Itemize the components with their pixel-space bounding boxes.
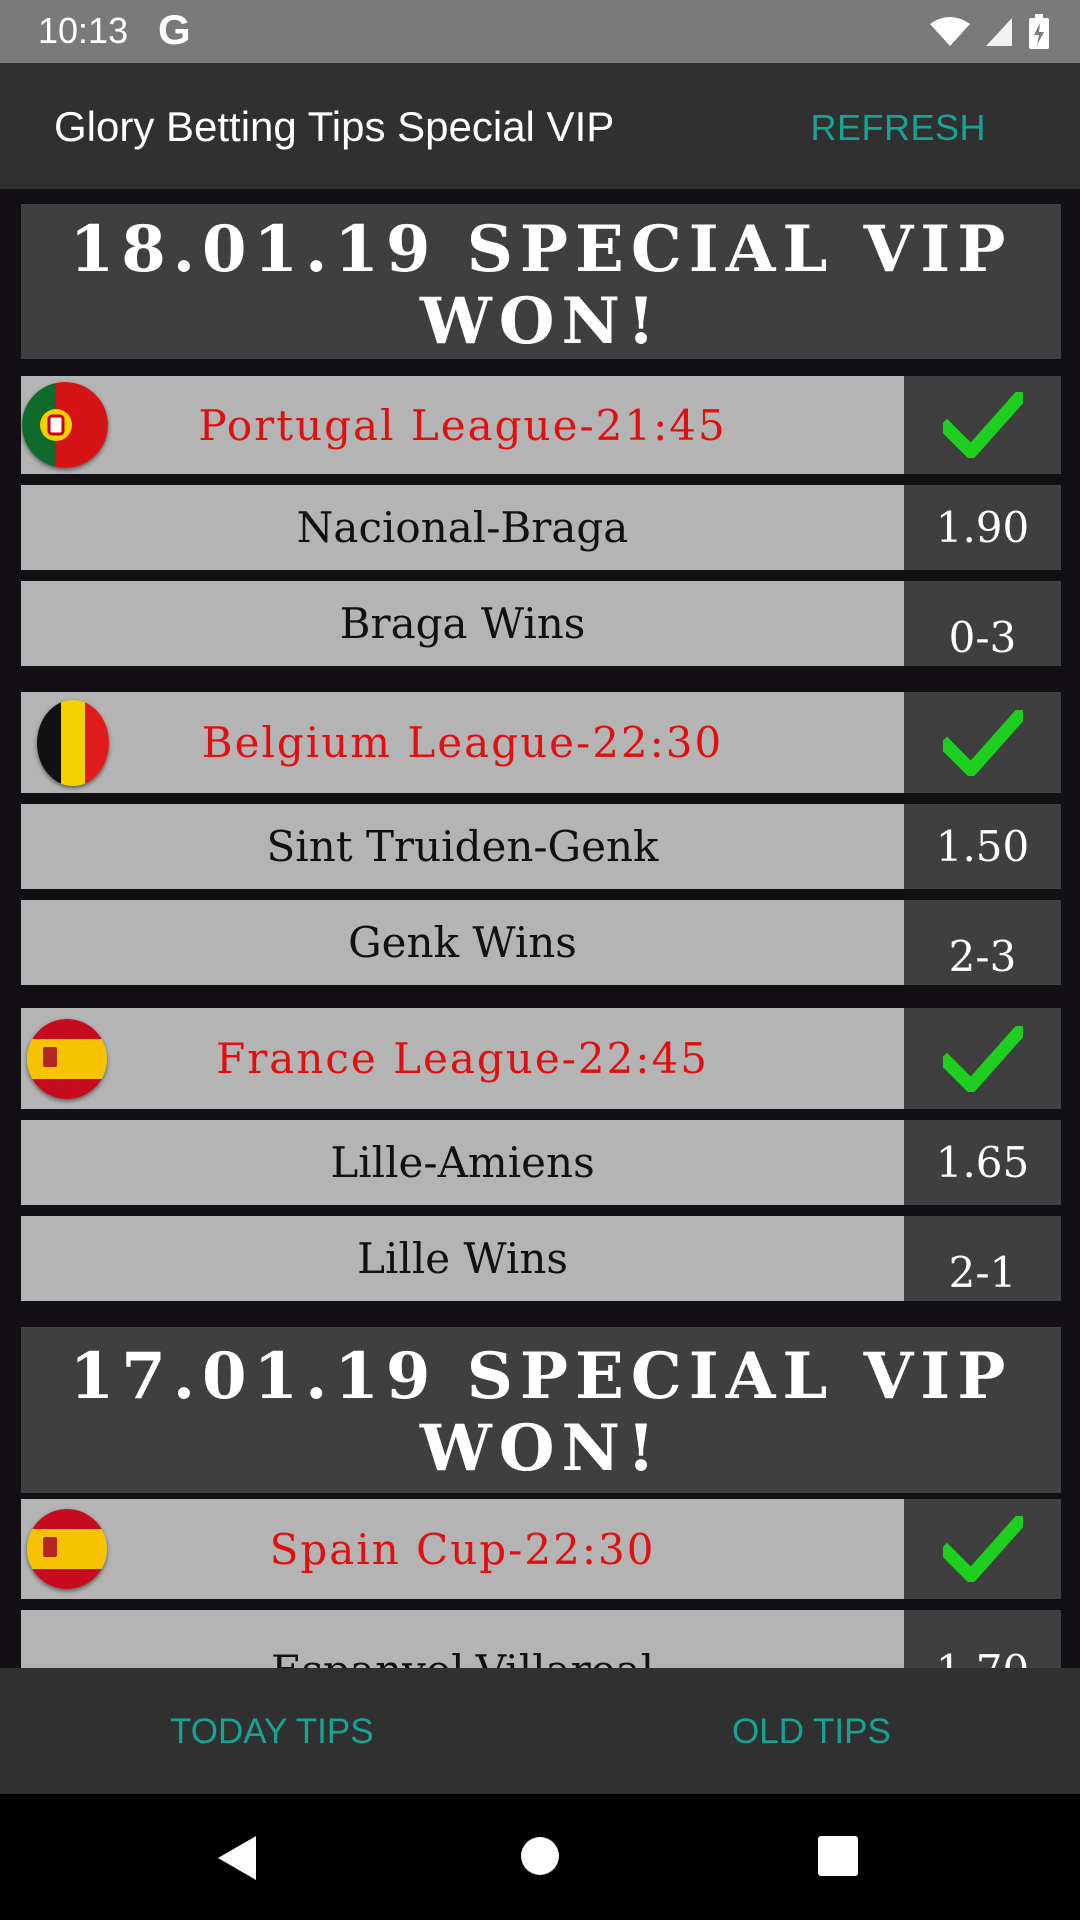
status-cell <box>904 692 1061 793</box>
tip-match-row: Sint Truiden-Genk 1.50 <box>21 804 1061 889</box>
system-nav-bar <box>0 1794 1080 1920</box>
tip-league-row: Spain Cup-22:30 <box>21 1499 1061 1599</box>
tab-today-tips[interactable]: TODAY TIPS <box>170 1712 374 1752</box>
wifi-icon <box>930 17 970 46</box>
home-icon[interactable] <box>520 1836 560 1876</box>
status-bar: 10:13 G <box>0 0 1080 63</box>
section-header: 18.01.19 SPECIAL VIP WON! <box>21 204 1061 359</box>
status-cell <box>904 376 1061 474</box>
battery-icon <box>1029 14 1049 49</box>
tip-prediction-row: Braga Wins 0-3 <box>21 581 1061 666</box>
tip-match-row: Nacional-Braga 1.90 <box>21 485 1061 570</box>
app-title: Glory Betting Tips Special VIP <box>54 103 615 150</box>
status-cell <box>904 1008 1061 1109</box>
score-value: 2-3 <box>904 900 1061 985</box>
spain-flag-icon <box>27 1509 107 1589</box>
check-icon <box>942 392 1023 458</box>
tip-prediction-row: Lille Wins 2-1 <box>21 1216 1061 1301</box>
score-value: 0-3 <box>904 581 1061 666</box>
tips-list[interactable]: 18.01.19 SPECIAL VIP WON! Portugal Leagu… <box>0 189 1080 1668</box>
odds-value: 1.90 <box>904 485 1061 570</box>
tip-match-row: Lille-Amiens 1.65 <box>21 1120 1061 1205</box>
app-bar: Glory Betting Tips Special VIP REFRESH <box>0 63 1080 189</box>
tip-match-row: Espanyol-Villareal 1.70 <box>21 1610 1061 1668</box>
bottom-tabs: TODAY TIPS OLD TIPS <box>0 1668 1080 1794</box>
portugal-flag-icon <box>22 382 108 468</box>
google-icon: G <box>158 6 191 53</box>
league-label: France League-22:45 <box>21 1008 904 1109</box>
league-label: Portugal League-21:45 <box>21 376 904 474</box>
check-icon <box>942 1516 1023 1582</box>
signal-icon <box>986 18 1012 46</box>
match-label: Sint Truiden-Genk <box>21 804 904 889</box>
belgium-flag-icon <box>37 699 109 786</box>
spain-flag-icon <box>27 1018 107 1099</box>
status-time: 10:13 <box>38 10 129 51</box>
status-cell <box>904 1499 1061 1599</box>
prediction-label: Genk Wins <box>21 900 904 985</box>
odds-value: 1.50 <box>904 804 1061 889</box>
check-icon <box>942 709 1023 776</box>
recents-icon[interactable] <box>818 1836 858 1876</box>
match-label: Nacional-Braga <box>21 485 904 570</box>
tip-league-row: France League-22:45 <box>21 1008 1061 1109</box>
section-header: 17.01.19 SPECIAL VIP WON! <box>21 1327 1061 1493</box>
match-label: Espanyol-Villareal <box>21 1610 904 1668</box>
odds-value: 1.65 <box>904 1120 1061 1205</box>
refresh-button[interactable]: REFRESH <box>810 107 986 149</box>
league-label: Belgium League-22:30 <box>21 692 904 793</box>
match-label: Lille-Amiens <box>21 1120 904 1205</box>
tip-league-row: Portugal League-21:45 <box>21 376 1061 474</box>
prediction-label: Lille Wins <box>21 1216 904 1301</box>
back-icon[interactable] <box>216 1834 260 1882</box>
status-icons <box>930 12 1050 52</box>
tab-old-tips[interactable]: OLD TIPS <box>732 1712 891 1752</box>
odds-value: 1.70 <box>904 1610 1061 1668</box>
score-value: 2-1 <box>904 1216 1061 1301</box>
tip-league-row: Belgium League-22:30 <box>21 692 1061 793</box>
league-label: Spain Cup-22:30 <box>21 1499 904 1599</box>
tip-prediction-row: Genk Wins 2-3 <box>21 900 1061 985</box>
prediction-label: Braga Wins <box>21 581 904 666</box>
check-icon <box>942 1025 1023 1092</box>
